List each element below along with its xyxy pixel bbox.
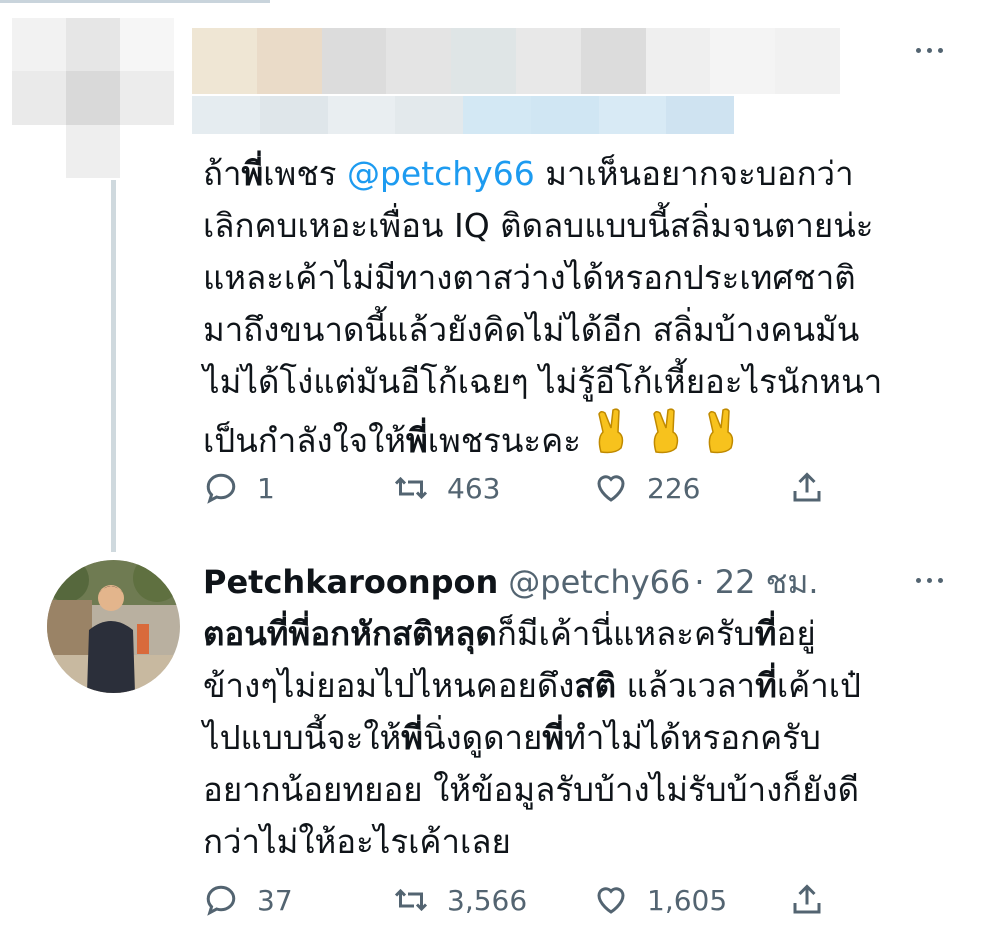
like-button[interactable]: 226 — [593, 470, 700, 506]
reply-icon — [206, 473, 236, 504]
share-button[interactable] — [789, 470, 825, 506]
blurred-avatar[interactable] — [12, 18, 174, 178]
reply-icon — [206, 885, 236, 916]
like-button[interactable]: 1,605 — [593, 882, 727, 918]
reply-button[interactable]: 1 — [203, 470, 275, 506]
tweet-body: ตอนที่พี่อกหักสติหลุดก็มีเค้านี่แหละครับ… — [203, 614, 861, 861]
blurred-author-name — [192, 28, 840, 94]
more-options-icon[interactable] — [909, 572, 949, 588]
avatar[interactable] — [47, 560, 180, 693]
mention-link[interactable]: @petchy66 — [347, 154, 535, 193]
top-progress-bar — [0, 0, 270, 3]
retweet-button[interactable]: 463 — [393, 470, 500, 506]
heart-icon — [597, 475, 625, 502]
tweet-actions: 1 463 226 — [203, 470, 843, 510]
more-options-icon[interactable] — [909, 42, 949, 58]
thread-connector-line — [111, 180, 116, 552]
retweet-icon — [394, 888, 428, 912]
tweet-actions: 37 3,566 1,605 — [203, 882, 843, 922]
blurred-author-handle — [192, 96, 734, 134]
heart-icon — [597, 887, 625, 914]
handle[interactable]: @petchy66 — [508, 563, 690, 601]
retweet-icon — [394, 476, 428, 500]
display-name[interactable]: Petchkaroonpon — [203, 563, 498, 601]
victory-hand-emoji — [595, 408, 745, 469]
reply-button[interactable]: 37 — [203, 882, 293, 918]
share-icon — [793, 472, 821, 502]
timestamp[interactable]: · 22 ชม. — [694, 563, 818, 601]
retweet-button[interactable]: 3,566 — [393, 882, 527, 918]
tweet-header: Petchkaroonpon @petchy66 · 22 ชม. — [203, 560, 819, 604]
share-button[interactable] — [789, 882, 825, 918]
share-icon — [793, 884, 821, 914]
tweet-body: ถ้าพี่เพชร @petchy66 มาเห็นอยากจะบอกว่า … — [203, 148, 983, 469]
